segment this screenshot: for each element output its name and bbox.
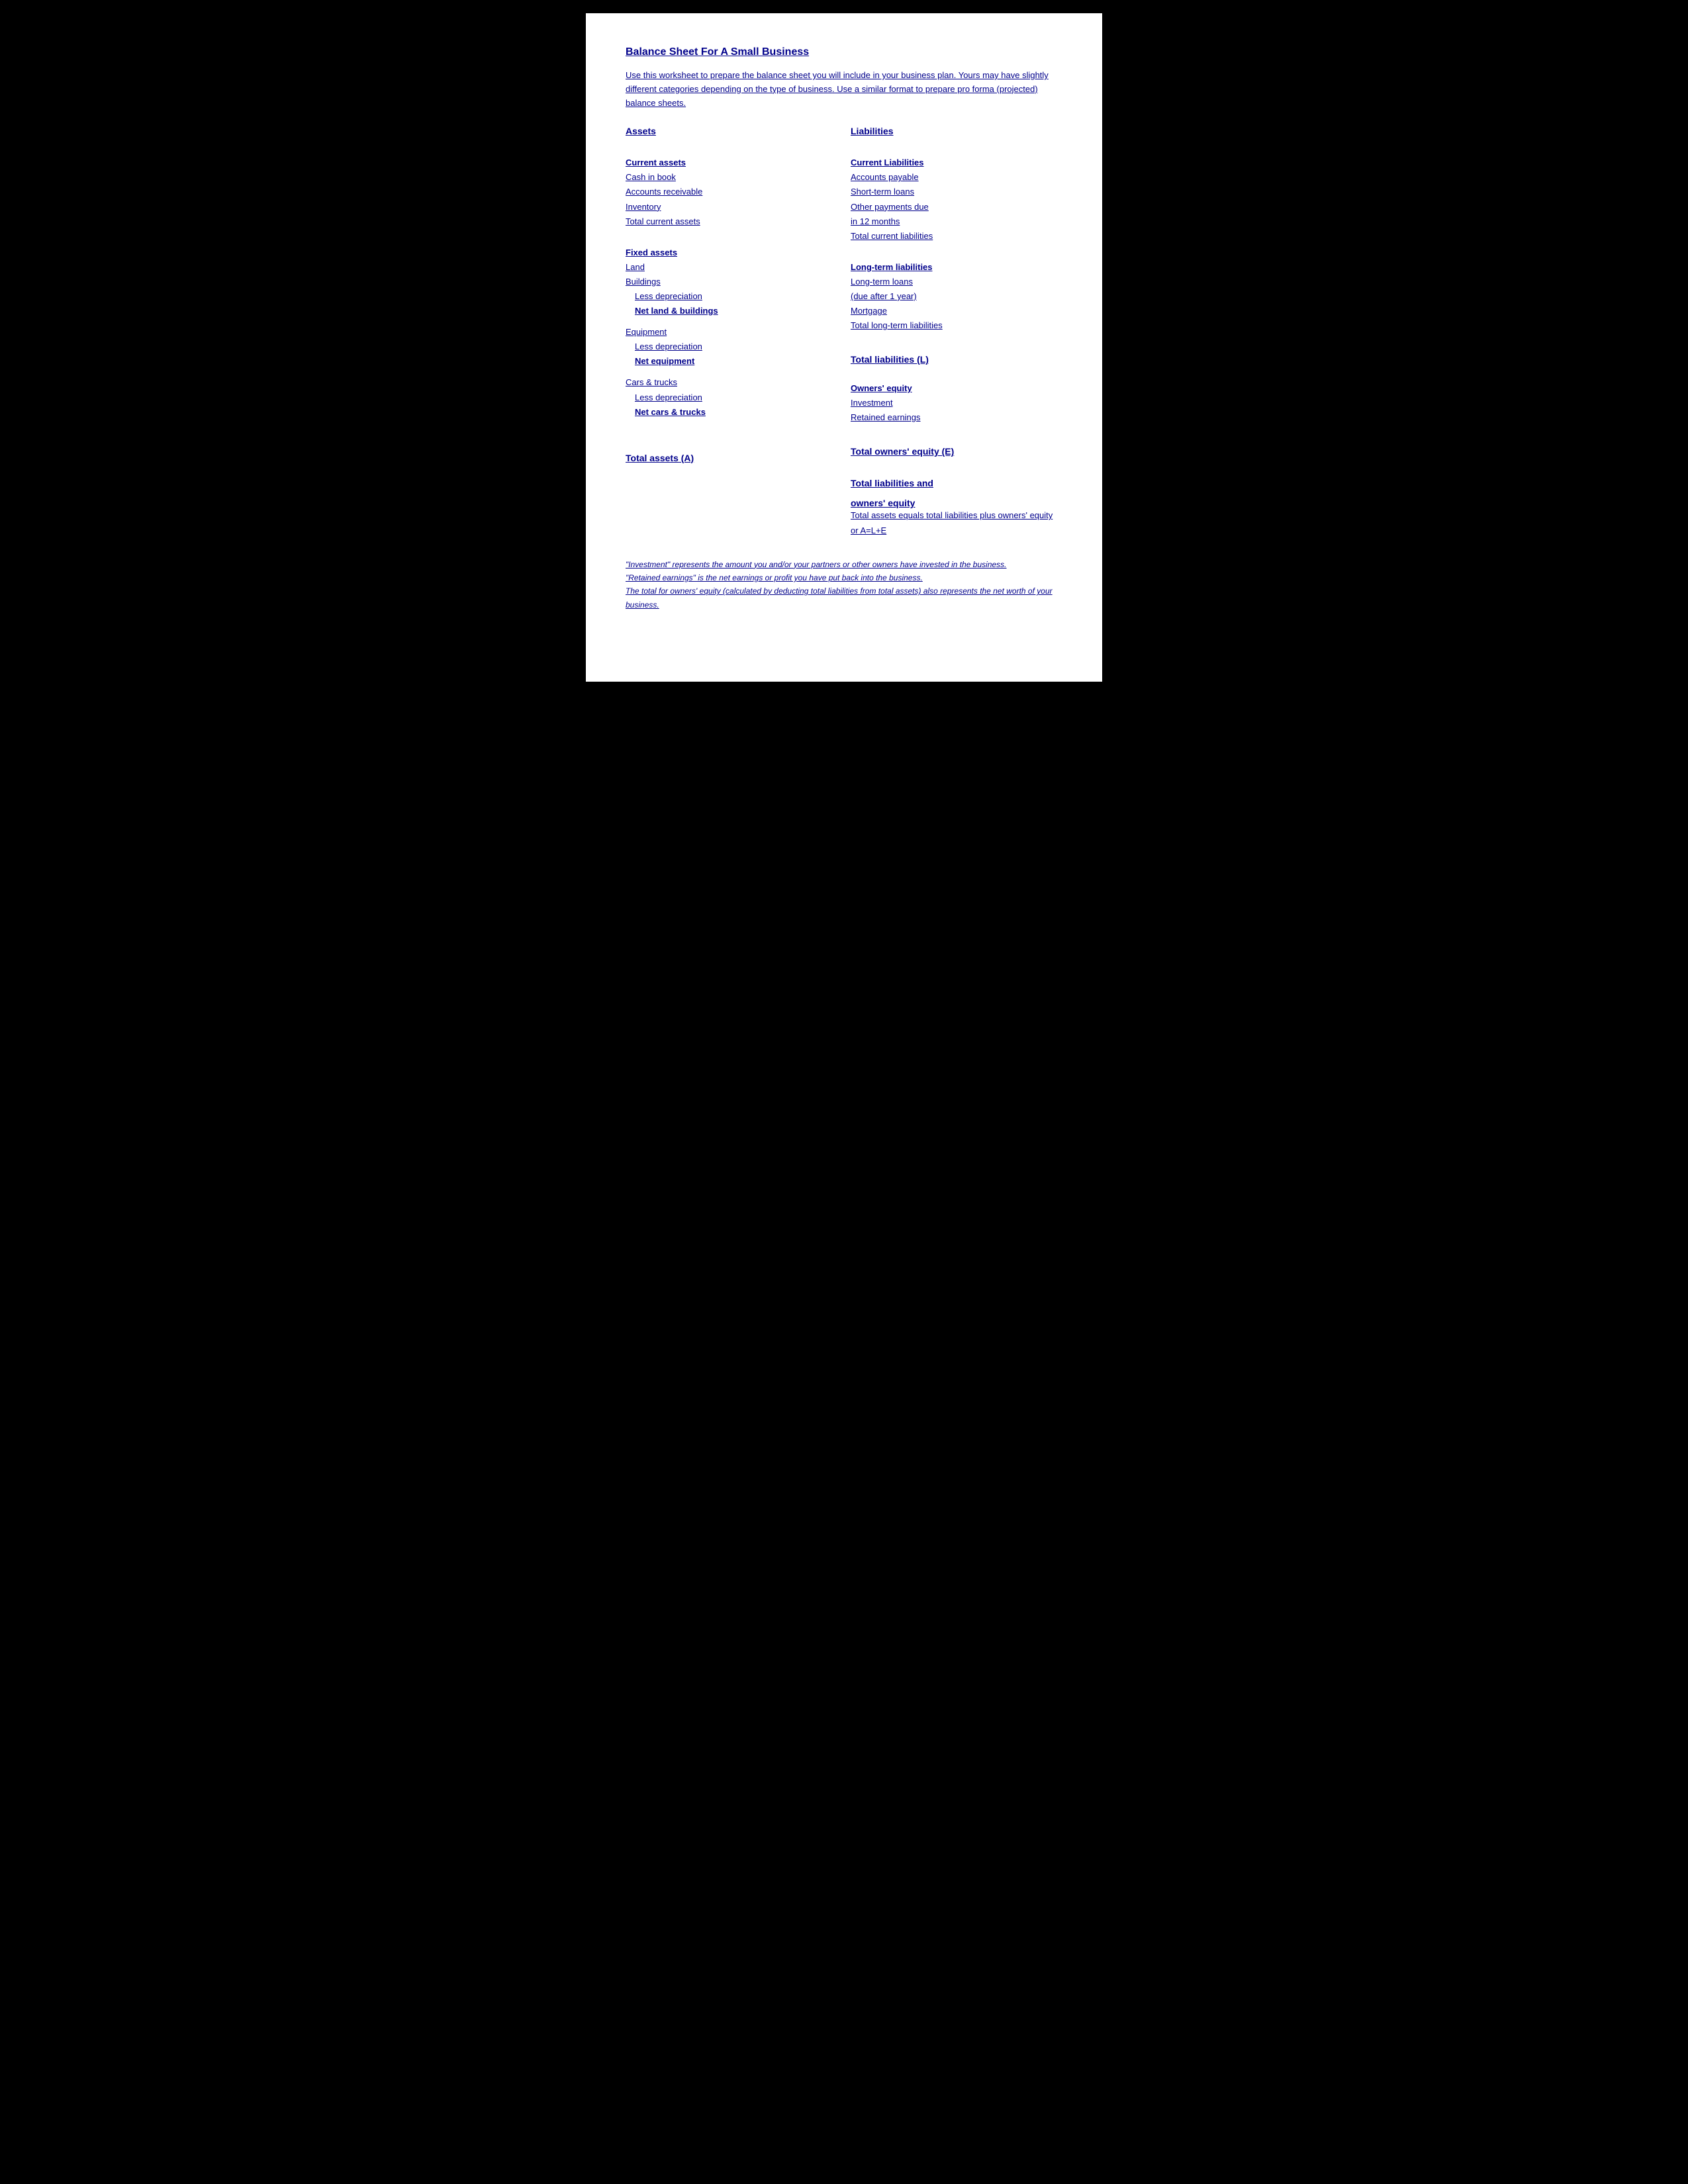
in-12-months: in 12 months [851, 214, 1062, 229]
land: Land [626, 260, 837, 275]
accounts-payable: Accounts payable [851, 170, 1062, 185]
net-equipment: Net equipment [626, 354, 837, 369]
total-current-assets: Total current assets [626, 214, 837, 229]
equipment-header: Equipment [626, 325, 837, 340]
cash-in-book: Cash in book [626, 170, 837, 185]
total-current-liabilities: Total current liabilities [851, 229, 1062, 244]
assets-column: Assets Current assets Cash in book Accou… [626, 126, 837, 537]
current-assets-header: Current assets [626, 158, 837, 167]
inventory: Inventory [626, 200, 837, 214]
page-title: Balance Sheet For A Small Business [626, 46, 1062, 58]
owners-equity-header: Owners' equity [851, 383, 1062, 393]
investment: Investment [851, 396, 1062, 410]
net-cars: Net cars & trucks [626, 405, 837, 420]
cars-header: Cars & trucks [626, 375, 837, 390]
total-assets: Total assets (A) [626, 453, 837, 463]
total-liabilities-equity-desc: Total assets equals total liabilities pl… [851, 508, 1062, 537]
short-term-loans: Short-term loans [851, 185, 1062, 199]
footnote-1: "Investment" represents the amount you a… [626, 558, 1062, 571]
mortgage: Mortgage [851, 304, 1062, 318]
fixed-assets-header: Fixed assets [626, 248, 837, 257]
total-owners-equity: Total owners' equity (E) [851, 446, 1062, 457]
page: Balance Sheet For A Small Business Use t… [586, 13, 1102, 682]
buildings: Buildings [626, 275, 837, 289]
long-term-liabilities-header: Long-term liabilities [851, 262, 1062, 272]
net-land-buildings: Net land & buildings [626, 304, 837, 318]
total-liabilities-equity-header2: owners' equity [851, 498, 1062, 508]
less-dep-buildings: Less depreciation [626, 289, 837, 304]
footnote-3: The total for owners' equity (calculated… [626, 584, 1062, 612]
liabilities-header: Liabilities [851, 126, 1062, 136]
long-term-loans: Long-term loans [851, 275, 1062, 289]
total-liabilities: Total liabilities (L) [851, 354, 1062, 365]
less-dep-cars: Less depreciation [626, 390, 837, 405]
accounts-receivable: Accounts receivable [626, 185, 837, 199]
assets-header: Assets [626, 126, 837, 136]
liabilities-column: Liabilities Current Liabilities Accounts… [851, 126, 1062, 537]
footnotes: "Investment" represents the amount you a… [626, 558, 1062, 612]
other-payments-due: Other payments due [851, 200, 1062, 214]
less-dep-equipment: Less depreciation [626, 340, 837, 354]
main-content: Assets Current assets Cash in book Accou… [626, 126, 1062, 537]
retained-earnings: Retained earnings [851, 410, 1062, 425]
total-long-term-liabilities: Total long-term liabilities [851, 318, 1062, 333]
current-liabilities-header: Current Liabilities [851, 158, 1062, 167]
due-after-1-year: (due after 1 year) [851, 289, 1062, 304]
intro-text: Use this worksheet to prepare the balanc… [626, 69, 1062, 110]
total-liabilities-equity-header1: Total liabilities and [851, 478, 1062, 488]
footnote-2: "Retained earnings" is the net earnings … [626, 571, 1062, 584]
